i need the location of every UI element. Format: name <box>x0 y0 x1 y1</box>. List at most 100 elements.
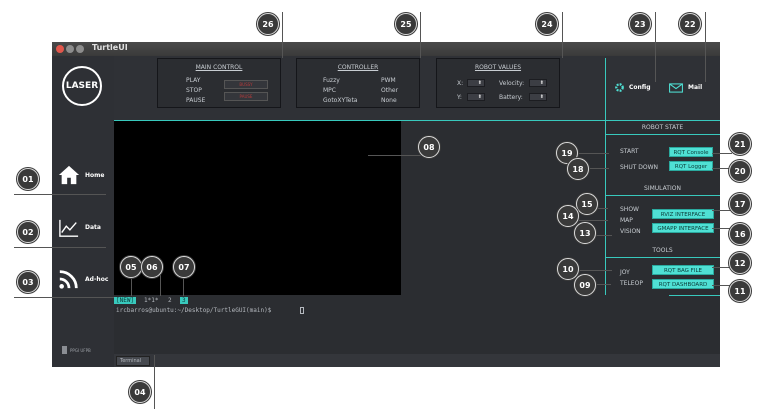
status-indicator-1: BUSSY <box>224 80 268 89</box>
leader-line-21 <box>712 153 732 154</box>
sidebar: LASER Home Data Ad-hoc PPGI UFPB <box>52 56 114 367</box>
callout-11: 11 <box>729 280 751 302</box>
tools-underline <box>605 257 720 258</box>
map-label[interactable]: MAP <box>620 217 633 224</box>
simulation-title: SIMULATION <box>644 185 681 192</box>
joy-label[interactable]: JOY <box>620 269 630 276</box>
sidebar-item-label: Data <box>85 224 101 231</box>
controller-option-other[interactable]: Other <box>381 87 398 94</box>
tools-title: TOOLS <box>652 247 673 254</box>
y-label: Y: <box>457 94 462 101</box>
x-value-field[interactable]: ⬍ <box>467 79 485 87</box>
window-title: TurtleUI <box>92 43 128 52</box>
controller-option-pwm[interactable]: PWM <box>381 77 396 84</box>
terminal-tab-3[interactable]: 3 <box>180 297 188 304</box>
controller-title: CONTROLLER <box>337 64 379 71</box>
rqt-bag-file-button[interactable]: RQT BAG FILE <box>652 265 714 275</box>
main-control-title: MAIN CONTROL <box>195 64 243 71</box>
controller-option-fuzzy[interactable]: Fuzzy <box>323 77 340 84</box>
leader-line-24 <box>562 12 563 58</box>
sidebar-item-label: Ad-hoc <box>85 276 109 283</box>
robot-values-title: ROBOT VALUES <box>474 64 522 71</box>
play-button[interactable]: PLAY <box>186 77 200 84</box>
rqt-logger-button[interactable]: RQT Logger <box>669 161 713 171</box>
leader-line-03 <box>14 297 114 298</box>
teleop-label[interactable]: TELEOP <box>620 280 643 287</box>
terminal-tab-new[interactable]: [NEW] <box>114 297 137 304</box>
terminal-cursor <box>300 307 304 314</box>
sidebar-item-home[interactable]: Home <box>52 156 114 196</box>
callout-25: 25 <box>395 13 417 35</box>
callout-12: 12 <box>729 252 751 274</box>
home-icon <box>58 165 80 185</box>
vision-label[interactable]: VISION <box>620 228 641 235</box>
callout-04: 04 <box>129 381 151 403</box>
config-button[interactable]: Config <box>614 82 658 96</box>
rqt-dashboard-button[interactable]: RQT DASHBOARD <box>652 279 714 289</box>
rviz-interface-button[interactable]: RVIZ INTERFACE <box>652 209 714 219</box>
leader-line-04 <box>154 355 155 409</box>
leader-line-25 <box>420 12 421 58</box>
terminal-tab[interactable]: Terminal <box>116 356 150 366</box>
callout-22: 22 <box>679 13 701 35</box>
callout-21: 21 <box>729 133 751 155</box>
university-logo <box>62 346 67 354</box>
robot-values-panel: ROBOT VALUES X: ⬍ Velocity: ⬍ Y: ⬍ Batte… <box>436 58 560 108</box>
y-value-field[interactable]: ⬍ <box>467 93 485 101</box>
callout-20: 20 <box>729 160 751 182</box>
sidebar-item-label: Home <box>85 172 105 179</box>
close-window-button[interactable] <box>56 45 64 53</box>
callout-16: 16 <box>729 223 751 245</box>
battery-label: Battery: <box>499 94 523 101</box>
show-label: SHOW <box>620 206 639 213</box>
wifi-icon <box>59 270 78 289</box>
callout-02: 02 <box>17 221 39 243</box>
terminal-tab-1[interactable]: 1*1* <box>144 297 158 304</box>
callout-05: 05 <box>120 256 142 278</box>
rqt-console-button[interactable]: RQT Console <box>669 147 713 157</box>
callout-23: 23 <box>629 13 651 35</box>
leader-line-17 <box>712 210 732 211</box>
start-label[interactable]: START <box>620 148 639 155</box>
status-bar: Terminal <box>114 354 720 367</box>
leader-line-10 <box>578 270 612 271</box>
velocity-value-field[interactable]: ⬍ <box>529 79 547 87</box>
turtleui-window: TurtleUI LASER Home Data Ad-hoc PPGI UFP… <box>52 42 720 367</box>
callout-18: 18 <box>567 158 589 180</box>
controller-option-none[interactable]: None <box>381 97 397 104</box>
controller-panel: CONTROLLER Fuzzy PWM MPC Other GotoXYTet… <box>296 58 420 108</box>
leader-line-26 <box>282 12 283 58</box>
shutdown-label[interactable]: SHUT DOWN <box>620 164 658 171</box>
terminal-tab-label: Terminal <box>120 358 142 364</box>
robot-state-title: ROBOT STATE <box>641 124 684 131</box>
callout-14: 14 <box>557 205 579 227</box>
gmapp-interface-button[interactable]: GMAPP INTERFACE <box>652 223 714 233</box>
leader-line-08 <box>368 155 428 156</box>
terminal-tab-2[interactable]: 2 <box>168 297 172 304</box>
sidebar-item-data[interactable]: Data <box>52 208 114 248</box>
title-bar: TurtleUI <box>52 42 720 56</box>
controller-option-gotoxyteta[interactable]: GotoXYTeta <box>323 97 358 104</box>
callout-10: 10 <box>557 258 579 280</box>
callout-01: 01 <box>17 168 39 190</box>
minimize-window-button[interactable] <box>66 45 74 53</box>
battery-value-field[interactable]: ⬍ <box>529 93 547 101</box>
terminal-prompt: ircbarros@ubuntu:~/Desktop/TurtleGUI(mai… <box>116 307 272 314</box>
leader-line-19 <box>577 153 609 154</box>
terminal-area[interactable]: [NEW] 1*1* 2 3 ircbarros@ubuntu:~/Deskto… <box>114 295 669 353</box>
stop-button[interactable]: STOP <box>186 87 202 94</box>
sidebar-footer: PPGI UFPB <box>70 348 91 353</box>
callout-09: 09 <box>574 274 596 296</box>
controller-option-mpc[interactable]: MPC <box>323 87 336 94</box>
mail-button[interactable]: Mail <box>669 82 713 96</box>
pause-button[interactable]: PAUSE <box>186 97 205 104</box>
maximize-window-button[interactable] <box>76 45 84 53</box>
leader-line-14 <box>578 220 608 221</box>
callout-13: 13 <box>574 222 596 244</box>
simulation-underline <box>605 195 720 196</box>
leader-line-01 <box>14 194 106 195</box>
leader-line-02 <box>14 247 106 248</box>
leader-line-23 <box>655 12 656 82</box>
chart-icon <box>59 219 79 237</box>
sidebar-item-adhoc[interactable]: Ad-hoc <box>52 260 114 300</box>
